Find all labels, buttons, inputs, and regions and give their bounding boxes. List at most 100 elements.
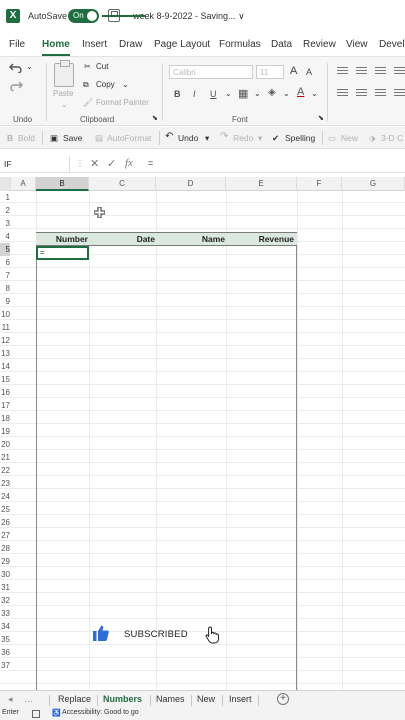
column-header-a[interactable]: A xyxy=(11,177,36,191)
macro-recording-icon[interactable] xyxy=(32,710,40,718)
row-header[interactable]: 24 xyxy=(0,490,10,503)
spelling-icon[interactable]: ✔ xyxy=(272,133,279,144)
row-header[interactable]: 4 xyxy=(0,230,10,243)
redo-icon[interactable] xyxy=(9,79,23,91)
row-header[interactable]: 8 xyxy=(0,282,10,295)
3d-chart-icon[interactable]: ⬗ xyxy=(369,133,376,144)
borders-dropdown-icon[interactable]: ⌄ xyxy=(254,89,261,98)
table-header-date[interactable]: Date xyxy=(89,234,155,244)
align-middle-icon[interactable] xyxy=(356,67,367,75)
sheet-tab-names[interactable]: Names xyxy=(156,694,185,704)
enter-icon[interactable]: ✓ xyxy=(107,157,116,170)
underline-button[interactable]: U xyxy=(210,89,217,99)
cut-icon[interactable]: ✂ xyxy=(84,62,91,71)
formula-input[interactable]: = xyxy=(148,158,153,168)
row-header[interactable]: 16 xyxy=(0,386,10,399)
column-header-g[interactable]: G xyxy=(342,177,405,191)
qat-spelling-button[interactable]: Spelling xyxy=(285,133,315,143)
align-bottom-icon[interactable] xyxy=(375,67,386,75)
tab-draw[interactable]: Draw xyxy=(119,39,142,50)
row-header[interactable]: 31 xyxy=(0,581,10,594)
autosave-toggle[interactable]: On xyxy=(68,9,99,23)
copy-icon[interactable]: ⧉ xyxy=(83,80,89,90)
row-header[interactable]: 18 xyxy=(0,412,10,425)
qat-undo-button[interactable]: Undo xyxy=(178,133,198,143)
tab-formulas[interactable]: Formulas xyxy=(219,39,261,50)
align-top-icon[interactable] xyxy=(337,67,348,75)
select-all-corner[interactable] xyxy=(0,177,11,191)
insert-function-icon[interactable]: fx xyxy=(125,157,133,169)
qat-3d-button[interactable]: 3-D C xyxy=(381,133,403,143)
sheet-tab-numbers[interactable]: Numbers xyxy=(103,694,142,704)
bold-button[interactable]: B xyxy=(174,89,181,99)
copy-button[interactable]: Copy xyxy=(96,80,115,89)
format-painter-icon[interactable]: 🖌 xyxy=(83,98,93,107)
tab-file[interactable]: File xyxy=(9,39,25,50)
row-header[interactable]: 13 xyxy=(0,347,10,360)
qat-save-icon[interactable]: ▣ xyxy=(50,133,58,144)
row-header[interactable]: 12 xyxy=(0,334,10,347)
tab-developer[interactable]: Develo xyxy=(379,39,405,50)
column-header-c[interactable]: C xyxy=(89,177,156,191)
qat-undo-dropdown-icon[interactable]: ▾ xyxy=(205,133,209,144)
table-header-name[interactable]: Name xyxy=(156,234,225,244)
sheet-tab-insert[interactable]: Insert xyxy=(229,694,252,704)
cut-button[interactable]: Cut xyxy=(96,62,108,71)
column-header-b[interactable]: B xyxy=(36,177,89,191)
sheet-tab-replace[interactable]: Replace xyxy=(58,694,91,704)
row-header[interactable]: 1 xyxy=(0,191,10,204)
qat-bold-button[interactable]: Bold xyxy=(18,133,35,143)
tab-insert[interactable]: Insert xyxy=(82,39,107,50)
font-size-box[interactable]: 11 xyxy=(256,65,284,79)
qat-redo-icon[interactable]: ↷ xyxy=(220,131,228,142)
underline-dropdown-icon[interactable]: ⌄ xyxy=(225,89,232,98)
accessibility-status[interactable]: Accessibility: Good to go xyxy=(62,709,139,716)
name-box[interactable]: IF xyxy=(0,156,70,172)
row-header[interactable]: 17 xyxy=(0,399,10,412)
active-cell-b5[interactable]: = xyxy=(36,246,89,260)
borders-icon[interactable]: ▦ xyxy=(238,87,248,100)
row-header[interactable]: 9 xyxy=(0,295,10,308)
row-header[interactable]: 21 xyxy=(0,451,10,464)
row-header[interactable]: 30 xyxy=(0,568,10,581)
autoformat-icon[interactable]: ▤ xyxy=(95,133,103,144)
tab-page-layout[interactable]: Page Layout xyxy=(154,39,210,50)
row-header[interactable]: 34 xyxy=(0,620,10,633)
row-header[interactable]: 15 xyxy=(0,373,10,386)
cancel-icon[interactable]: ✕ xyxy=(90,157,99,170)
align-left-icon[interactable] xyxy=(337,89,348,97)
paste-dropdown-icon[interactable]: ⌄ xyxy=(61,100,68,109)
font-color-dropdown-icon[interactable]: ⌄ xyxy=(311,89,318,98)
grow-font-button[interactable]: A xyxy=(290,65,297,77)
font-launcher-icon[interactable]: ⬊ xyxy=(318,114,324,122)
paste-label[interactable]: Paste xyxy=(53,89,73,98)
orientation-icon[interactable] xyxy=(394,67,405,75)
row-header[interactable]: 14 xyxy=(0,360,10,373)
row-header[interactable]: 6 xyxy=(0,256,10,269)
row-header[interactable]: 27 xyxy=(0,529,10,542)
paste-icon[interactable] xyxy=(54,60,74,87)
qat-save-button[interactable]: Save xyxy=(63,133,82,143)
table-header-number[interactable]: Number xyxy=(36,234,88,244)
row-header[interactable]: 3 xyxy=(0,217,10,230)
qat-autoformat-button[interactable]: AutoFormat xyxy=(107,133,151,143)
font-name-box[interactable]: Calibri xyxy=(169,65,253,79)
row-header[interactable]: 37 xyxy=(0,659,10,672)
column-header-d[interactable]: D xyxy=(156,177,226,191)
tab-review[interactable]: Review xyxy=(303,39,336,50)
undo-dropdown-icon[interactable]: ⌄ xyxy=(26,62,33,71)
shrink-font-button[interactable]: A xyxy=(306,67,312,77)
row-header[interactable]: 11 xyxy=(0,321,10,334)
italic-button[interactable]: I xyxy=(193,89,196,99)
qat-redo-dropdown-icon[interactable]: ▾ xyxy=(258,133,262,144)
add-sheet-icon[interactable]: + xyxy=(277,693,289,705)
font-color-icon[interactable]: A xyxy=(297,86,304,98)
worksheet-grid[interactable]: A B C D E F G 1 2 3 4 5 6 7 8 9 10 11 12 13 14 15 16 17 1… xyxy=(0,177,405,690)
document-title[interactable]: week 8-9-2022 - Saving... ∨ xyxy=(133,11,245,22)
row-header[interactable]: 19 xyxy=(0,425,10,438)
sheet-scroll-left-icon[interactable]: ◂ xyxy=(8,694,13,705)
tab-view[interactable]: View xyxy=(346,39,368,50)
row-header[interactable]: 7 xyxy=(0,269,10,282)
clipboard-launcher-icon[interactable]: ⬊ xyxy=(152,114,158,122)
copy-dropdown-icon[interactable]: ⌄ xyxy=(122,80,129,89)
